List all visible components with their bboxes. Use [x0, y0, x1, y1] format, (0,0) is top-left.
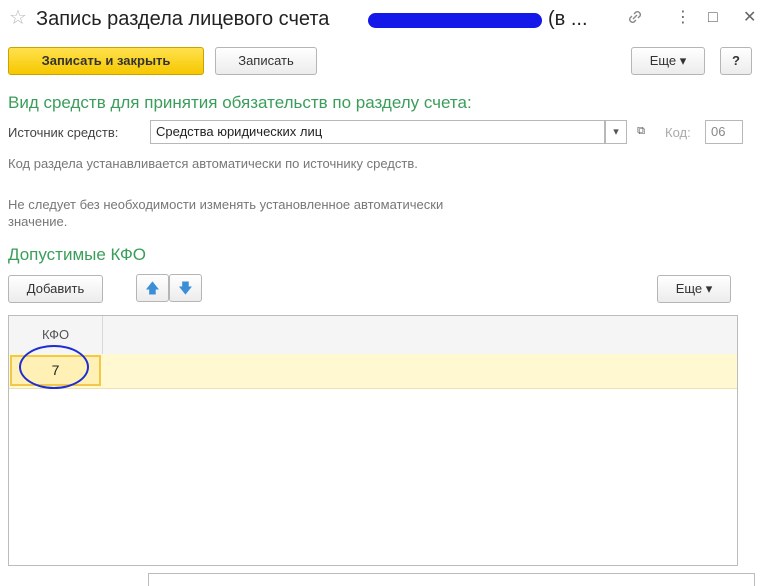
source-field[interactable]: Средства юридических лиц: [150, 120, 605, 144]
redacted-text: [368, 13, 542, 28]
more-button[interactable]: Еще ▾: [631, 47, 705, 75]
favorite-star-icon[interactable]: ☆: [9, 7, 27, 29]
close-icon[interactable]: ✕: [743, 9, 756, 27]
source-dropdown-button[interactable]: ▾: [605, 120, 627, 144]
funds-section-heading: Вид средств для принятия обязательств по…: [8, 93, 472, 112]
table-row[interactable]: 7: [9, 354, 737, 389]
table-header: КФО: [9, 316, 737, 355]
link-icon[interactable]: [626, 8, 644, 31]
code-label: Код:: [665, 125, 691, 140]
bottom-field[interactable]: [148, 573, 755, 586]
window-title: Запись раздела лицевого счета: [36, 8, 330, 30]
menu-icon[interactable]: ⋮: [675, 9, 691, 27]
maximize-icon[interactable]: □: [708, 9, 718, 27]
annotation-circle: [19, 345, 89, 389]
move-down-button[interactable]: 🡇: [169, 274, 202, 302]
save-and-close-button[interactable]: Записать и закрыть: [8, 47, 204, 75]
kfo-table[interactable]: КФО 7: [8, 315, 738, 566]
help-button[interactable]: ?: [720, 47, 752, 75]
window-title-tail: (в ...: [548, 8, 588, 30]
link-icon-svg: [629, 11, 641, 23]
move-up-button[interactable]: 🡅: [136, 274, 169, 302]
hint-text-1: Код раздела устанавливается автоматическ…: [8, 156, 418, 171]
add-button[interactable]: Добавить: [8, 275, 103, 303]
kfo-more-button[interactable]: Еще ▾: [657, 275, 731, 303]
source-label: Источник средств:: [8, 125, 119, 140]
hint-text-2: Не следует без необходимости изменять ус…: [8, 197, 444, 229]
kfo-section-heading: Допустимые КФО: [8, 245, 147, 264]
open-icon[interactable]: ⧉: [630, 120, 652, 144]
title-bar: ☆ Запись раздела лицевого счета (в ... ⋮…: [0, 0, 765, 38]
save-button[interactable]: Записать: [215, 47, 317, 75]
code-field[interactable]: 06: [705, 120, 743, 144]
